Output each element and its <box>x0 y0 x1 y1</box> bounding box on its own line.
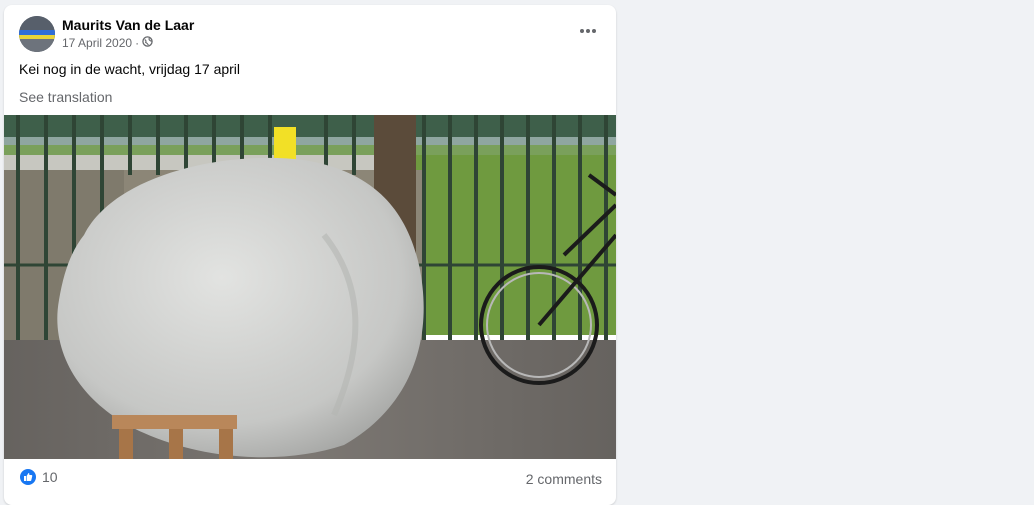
post-card: Maurits Van de Laar 17 April 2020 · Kei … <box>4 5 616 505</box>
see-translation-link[interactable]: See translation <box>19 89 112 105</box>
post-photo[interactable] <box>4 115 616 459</box>
separator-dot: · <box>135 36 140 50</box>
comments-count-link[interactable]: 2 comments <box>526 471 602 487</box>
boulder-photo-image <box>4 115 616 459</box>
author-avatar[interactable] <box>19 16 55 52</box>
post-text: Kei nog in de wacht, vrijdag 17 april <box>19 61 241 77</box>
ellipsis-icon <box>580 29 596 33</box>
post-footer: 10 2 comments <box>4 459 616 499</box>
post-meta: 17 April 2020 · <box>62 36 153 50</box>
reactions-summary[interactable]: 10 <box>20 469 58 485</box>
avatar-image <box>19 16 55 52</box>
reaction-count: 10 <box>42 469 58 485</box>
like-icon <box>20 469 36 485</box>
more-options-button[interactable] <box>570 17 606 45</box>
post-date[interactable]: 17 April 2020 <box>62 36 132 50</box>
globe-icon <box>142 36 153 50</box>
author-name[interactable]: Maurits Van de Laar <box>62 17 194 33</box>
post-header: Maurits Van de Laar 17 April 2020 · <box>4 5 616 55</box>
